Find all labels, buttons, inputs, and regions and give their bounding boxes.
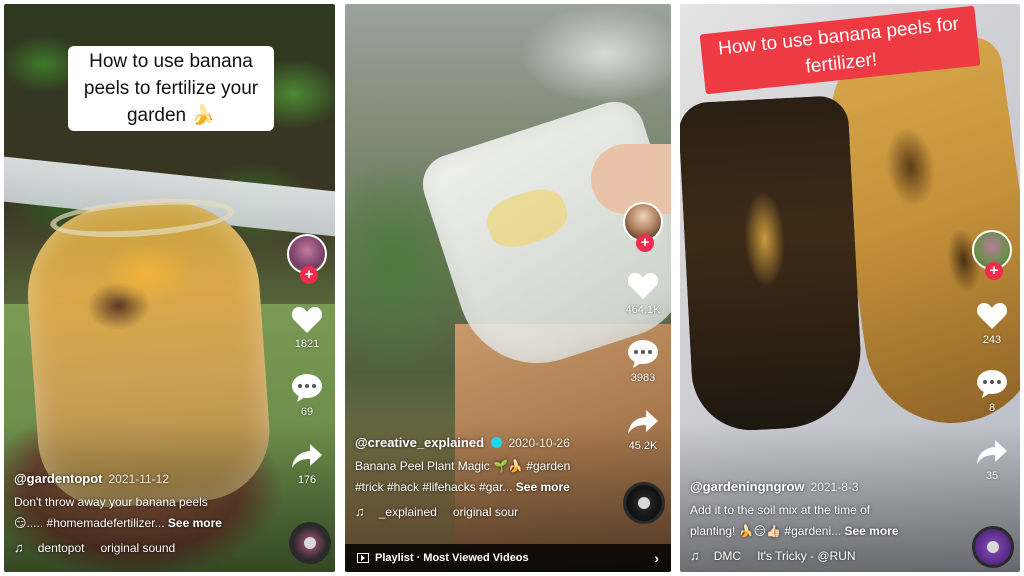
action-rail: + 1821 69 176 (285, 234, 329, 486)
music-note-icon: ♫ (355, 504, 365, 519)
video-panel-3[interactable]: How to use banana peels for fertilizer! … (680, 4, 1020, 572)
video-overlay-caption: How to use banana peels to fertilize you… (68, 46, 274, 131)
share-count: 45.2K (628, 440, 658, 452)
comment-bubble-icon[interactable] (974, 368, 1010, 400)
sound-ticker[interactable]: ♫ DMC It's Tricky - @RUN (690, 548, 960, 563)
sound-disc[interactable] (623, 482, 665, 524)
like-heart-icon[interactable] (625, 270, 661, 302)
music-note-icon: ♫ (690, 548, 700, 563)
sound-creator: dentopot (37, 540, 85, 555)
sound-creator: DMC (713, 548, 742, 563)
sound-title: It's Tricky - @RUN (757, 548, 856, 563)
share-count: 35 (985, 470, 999, 482)
comment-bubble-icon[interactable] (625, 338, 661, 370)
author-line: @gardeningngrow 2021-8-3 (690, 478, 960, 496)
video-panel-1[interactable]: How to use banana peels to fertilize you… (4, 4, 335, 572)
video-info: @gardentopot 2021-11-12 Don't throw away … (14, 470, 274, 555)
post-date: 2021-11-12 (108, 472, 170, 486)
see-more-link[interactable]: See more (516, 480, 570, 494)
comment-count: 69 (300, 406, 314, 418)
video-panel-2[interactable]: + 464.1K 3983 45.2K @creative_explained … (345, 4, 671, 572)
video-description: Banana Peel Plant Magic 🌱🍌 #garden #tric… (355, 456, 605, 498)
see-more-link[interactable]: See more (844, 524, 898, 538)
comment-count: 3983 (630, 372, 656, 384)
description-text: planting! 🍌😏👍🏻 #gardeni... (690, 524, 842, 538)
verified-badge-icon (491, 437, 503, 448)
post-date: 2020-10-26 (508, 436, 570, 450)
sound-disc[interactable] (289, 522, 331, 564)
video-info: @gardeningngrow 2021-8-3 Add it to the so… (690, 478, 960, 563)
description-line-2: 😏..... #homemadefertilizer... See more (14, 513, 274, 534)
playlist-icon (357, 553, 369, 563)
share-arrow-icon[interactable] (289, 440, 325, 472)
author-line: @gardentopot 2021-11-12 (14, 470, 274, 488)
like-count: 243 (982, 334, 1002, 346)
sound-title: original sound (100, 540, 176, 555)
banana-peel-left (680, 94, 865, 434)
video-info: @creative_explained 2020-10-26 Banana Pe… (355, 434, 605, 519)
music-note-icon: ♫ (14, 540, 24, 555)
description-line-2: #trick #hack #lifehacks #gar... See more (355, 477, 605, 498)
creator-avatar[interactable]: + (972, 230, 1012, 280)
description-line-1: Don't throw away your banana peels (14, 495, 208, 509)
see-more-link[interactable]: See more (168, 516, 222, 530)
description-text: 😏..... #homemadefertilizer... (14, 516, 165, 530)
comment-count: 8 (988, 402, 996, 414)
follow-plus-icon[interactable]: + (300, 266, 318, 284)
share-arrow-icon[interactable] (625, 406, 661, 438)
action-rail: + 243 8 35 (970, 230, 1014, 482)
playlist-bar[interactable]: Playlist · Most Viewed Videos › (345, 544, 671, 572)
video-description: Add it to the soil mix at the time of pl… (690, 500, 960, 542)
like-heart-icon[interactable] (974, 300, 1010, 332)
sound-disc[interactable] (972, 526, 1014, 568)
username-link[interactable]: @creative_explained (355, 435, 484, 450)
share-count: 176 (297, 474, 317, 486)
sound-title: original sour (452, 504, 519, 519)
description-line-1: Add it to the soil mix at the time of (690, 503, 871, 517)
username-link[interactable]: @gardeningngrow (690, 479, 805, 494)
description-line-1: Banana Peel Plant Magic 🌱🍌 #garden (355, 459, 571, 473)
video-description: Don't throw away your banana peels 😏....… (14, 492, 274, 534)
sound-creator: _explained (378, 504, 437, 519)
share-arrow-icon[interactable] (974, 436, 1010, 468)
like-count: 464.1K (625, 304, 661, 316)
follow-plus-icon[interactable]: + (636, 234, 654, 252)
playlist-label: Playlist · Most Viewed Videos (375, 552, 529, 564)
sound-ticker[interactable]: ♫ _explained original sour (355, 504, 605, 519)
sound-ticker[interactable]: ♫ dentopot original sound (14, 540, 274, 555)
author-line: @creative_explained 2020-10-26 (355, 434, 605, 452)
username-link[interactable]: @gardentopot (14, 471, 103, 486)
like-count: 1821 (294, 338, 320, 350)
post-date: 2021-8-3 (810, 480, 859, 494)
chevron-right-icon: › (654, 550, 659, 566)
action-rail: + 464.1K 3983 45.2K (621, 202, 665, 452)
comment-bubble-icon[interactable] (289, 372, 325, 404)
description-line-2: planting! 🍌😏👍🏻 #gardeni... See more (690, 521, 960, 542)
creator-avatar[interactable]: + (287, 234, 327, 284)
like-heart-icon[interactable] (289, 304, 325, 336)
description-text: #trick #hack #lifehacks #gar... (355, 480, 513, 494)
creator-avatar[interactable]: + (623, 202, 663, 252)
follow-plus-icon[interactable]: + (985, 262, 1003, 280)
